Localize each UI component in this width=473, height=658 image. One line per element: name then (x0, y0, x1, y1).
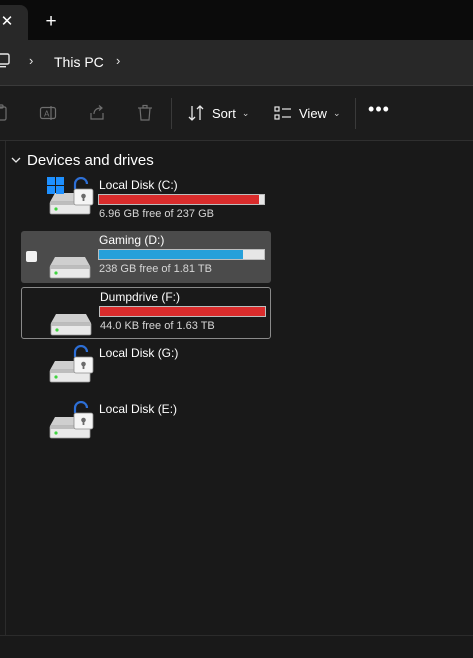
tab-bar: ✕ + (0, 0, 473, 40)
share-icon[interactable] (88, 104, 106, 122)
drive-name: Local Disk (E:) (99, 402, 178, 416)
capacity-bar-fill (99, 195, 260, 204)
capacity-bar (99, 306, 266, 317)
drive-tile[interactable]: Gaming (D:) 238 GB free of 1.81 TB (21, 231, 271, 283)
devices-group-header[interactable]: Devices and drives (11, 150, 154, 170)
free-space-label: 6.96 GB free of 237 GB (99, 208, 214, 220)
svg-text:A: A (44, 110, 50, 119)
drive-tile[interactable]: Local Disk (E:) (21, 399, 271, 451)
breadcrumb-chevron-icon[interactable]: › (29, 54, 41, 68)
status-bar (0, 636, 473, 658)
computer-icon[interactable] (0, 51, 10, 71)
drive-tile[interactable]: Dumpdrive (F:) 44.0 KB free of 1.63 TB (21, 287, 271, 339)
delete-icon[interactable] (136, 104, 154, 122)
rename-icon[interactable]: A (39, 104, 57, 122)
capacity-bar (98, 249, 265, 260)
drive-unlocked-icon (49, 345, 94, 383)
command-bar: A Sort ⌄ View ⌄ ••• (0, 86, 473, 141)
paste-icon[interactable] (0, 104, 10, 122)
breadcrumb-chevron-icon[interactable]: › (116, 54, 128, 68)
drive-name: Local Disk (G:) (99, 346, 179, 360)
chevron-down-icon: ⌄ (241, 107, 250, 118)
drive-unlocked-icon (49, 401, 94, 439)
pane-divider (5, 141, 6, 635)
capacity-bar-fill (100, 307, 265, 316)
toolbar-divider (355, 98, 356, 129)
free-space-label: 44.0 KB free of 1.63 TB (100, 320, 215, 332)
sort-label: Sort (212, 105, 236, 121)
more-options-button[interactable]: ••• (368, 100, 390, 124)
capacity-bar-fill (99, 250, 243, 259)
tab-this-pc[interactable]: ✕ (0, 5, 28, 40)
new-tab-button[interactable]: + (38, 9, 64, 35)
file-explorer-window: ✕ + › This PC › A Sort ⌄ View ⌄ ••• Devi… (0, 0, 473, 658)
drive-icon (49, 257, 91, 279)
drive-icon (50, 314, 92, 336)
sort-icon (188, 105, 204, 121)
group-title: Devices and drives (27, 151, 154, 169)
drive-tile[interactable]: Local Disk (C:) 6.96 GB free of 237 GB (21, 175, 271, 227)
address-bar[interactable]: › This PC › (0, 40, 473, 86)
drive-tile[interactable]: Local Disk (G:) (21, 343, 271, 395)
close-tab-icon[interactable]: ✕ (0, 13, 14, 31)
drive-name: Local Disk (C:) (99, 178, 178, 192)
free-space-label: 238 GB free of 1.81 TB (99, 263, 212, 275)
drive-name: Dumpdrive (F:) (100, 290, 181, 304)
view-label: View (299, 105, 327, 121)
windows-drive-unlocked-icon (47, 177, 94, 215)
chevron-down-icon: ⌄ (332, 107, 341, 118)
view-button[interactable]: View ⌄ (274, 102, 341, 124)
sort-button[interactable]: Sort ⌄ (187, 102, 249, 124)
breadcrumb-this-pc[interactable]: This PC (54, 53, 104, 71)
drive-name: Gaming (D:) (99, 233, 165, 247)
select-checkbox[interactable] (26, 251, 37, 262)
view-list-icon (274, 106, 291, 120)
chevron-down-icon (11, 157, 21, 163)
toolbar-divider (171, 98, 172, 129)
capacity-bar (98, 194, 265, 205)
